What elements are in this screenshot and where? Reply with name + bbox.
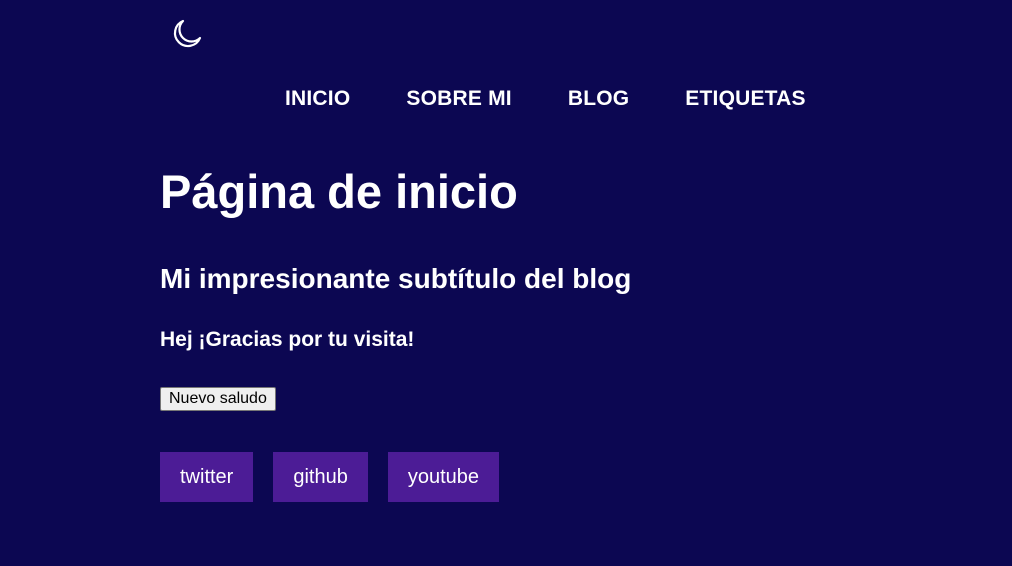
social-link-twitter[interactable]: twitter [160, 452, 254, 502]
theme-toggle-button[interactable] [168, 18, 206, 54]
page-title: Página de inicio [160, 165, 518, 218]
greeting-text: Hej ¡Gracias por tu visita! [160, 328, 415, 351]
social-links: twitter github youtube [160, 452, 920, 502]
page-subtitle: Mi impresionante subtítulo del blog [160, 263, 632, 294]
moon-icon [170, 17, 204, 56]
nav-item-blog[interactable]: BLOG [568, 85, 629, 113]
nav-item-sobre-mi[interactable]: SOBRE MI [406, 85, 511, 113]
social-link-youtube[interactable]: youtube [387, 452, 500, 502]
social-link-github[interactable]: github [273, 452, 368, 502]
nav-item-etiquetas[interactable]: ETIQUETAS [685, 85, 805, 113]
main-content: Página de inicio Mi impresionante subtít… [160, 160, 920, 502]
page: INICIO SOBRE MI BLOG ETIQUETAS Página de… [0, 0, 1012, 566]
main-navigation: INICIO SOBRE MI BLOG ETIQUETAS [285, 85, 806, 113]
new-greeting-button[interactable]: Nuevo saludo [160, 387, 276, 411]
nav-item-inicio[interactable]: INICIO [285, 85, 350, 113]
